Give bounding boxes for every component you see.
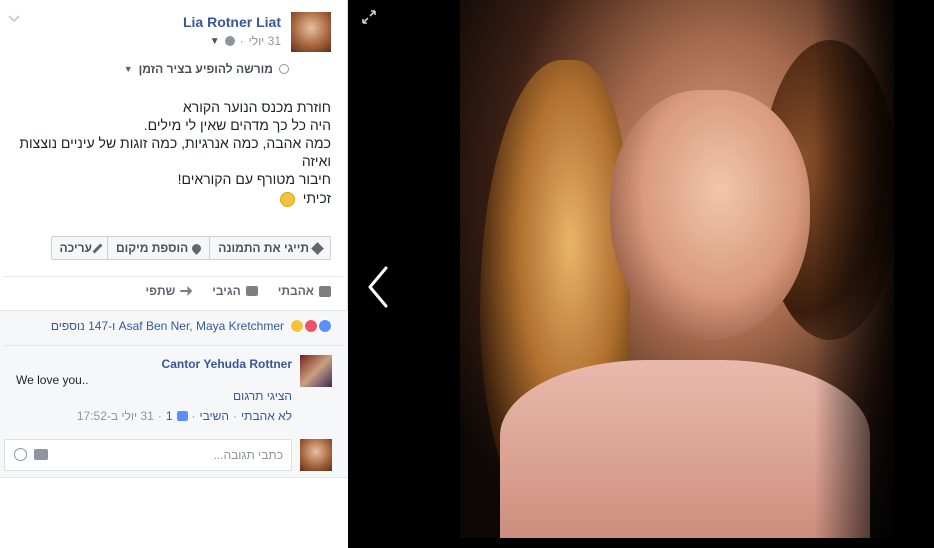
haha-reaction-icon (290, 319, 304, 333)
edit-label: עריכה (59, 241, 92, 255)
comment-button[interactable]: הגיבי (212, 284, 258, 298)
comment-item: Cantor Yehuda Rottner We love you.. הציג… (14, 355, 332, 425)
smiley-emoji-icon (279, 191, 295, 207)
comment-body: We love you.. (16, 373, 89, 387)
pencil-icon (92, 243, 103, 253)
comment-bubble-icon (245, 286, 258, 296)
privacy-globe-icon[interactable] (224, 36, 235, 46)
chevron-down-icon[interactable] (8, 12, 20, 26)
add-location-label: הוספת מיקום (115, 241, 189, 255)
post-meta: 31 יולי · ▼ (210, 34, 281, 48)
commenter-avatar[interactable] (300, 355, 332, 387)
reply-link[interactable]: השיבי (200, 409, 230, 423)
comments-area: Asaf Ben Ner, Maya Kretchmer ו-147 נוספי… (0, 310, 348, 478)
tag-photo-label: תייגי את התמונה (218, 241, 309, 255)
timeline-permission[interactable]: מורשה להופיע בציר הזמן ▼ (124, 62, 289, 76)
post-text-line: חוזרת מכנס הנוער הקורא (183, 99, 331, 115)
dot-separator: · (191, 409, 196, 423)
post-date[interactable]: 31 יולי (249, 34, 281, 48)
location-pin-icon (190, 241, 204, 255)
like-count[interactable]: 1 (166, 409, 173, 423)
like-reaction-icon (318, 319, 332, 333)
panel-blank (0, 478, 348, 548)
share-label: שתפי (145, 284, 176, 298)
reactions-text[interactable]: Asaf Ben Ner, Maya Kretchmer ו-147 נוספי… (51, 319, 284, 333)
photo-image (460, 0, 894, 538)
photo-viewer (348, 0, 934, 548)
user-avatar (300, 439, 332, 471)
share-button[interactable]: שתפי (146, 284, 193, 298)
dot-separator: · (233, 409, 238, 423)
post-text: חוזרת מכנס הנוער הקורא היה כל כך מדהים ש… (10, 98, 331, 188)
camera-icon[interactable] (34, 449, 48, 460)
author-name[interactable]: Lia Rotner Liat (183, 14, 281, 30)
photo-button-row: תייגי את התמונה הוספת מיקום עריכה (50, 236, 331, 260)
unlike-link[interactable]: לא אהבתי (241, 409, 292, 423)
reply-box (4, 439, 332, 471)
post-actions: אהבתי הגיבי שתפי (146, 284, 331, 298)
comment-label: הגיבי (212, 284, 241, 298)
love-reaction-icon (304, 319, 318, 333)
radio-circle-icon (279, 64, 289, 74)
author-avatar[interactable] (291, 12, 331, 52)
post-text-line: חיבור מטורף עם הקוראים! (177, 171, 331, 187)
divider (4, 276, 343, 277)
post-text-line: כמה אהבה, כמה אנרגיות, כמה זוגות של עיני… (19, 135, 331, 169)
edit-button[interactable]: עריכה (52, 237, 107, 259)
dot-separator: · (239, 34, 244, 48)
add-location-button[interactable]: הוספת מיקום (106, 237, 209, 259)
like-label: אהבתי (277, 284, 314, 298)
tag-icon (311, 241, 324, 255)
reaction-icons (290, 319, 332, 333)
post-signature: זכיתי (279, 190, 331, 207)
post-panel: Lia Rotner Liat 31 יולי · ▼ מורשה להופיע… (0, 0, 348, 548)
thumbs-up-icon (319, 285, 331, 297)
comment-actions: לא אהבתי · השיבי · 1 · 31 יולי ב-17:52 (77, 409, 292, 423)
expand-icon[interactable] (362, 10, 378, 26)
translate-link[interactable]: הציגי תרגום (233, 389, 292, 403)
share-arrow-icon (180, 286, 193, 296)
tag-photo-button[interactable]: תייגי את התמונה (209, 237, 330, 259)
like-count-icon[interactable] (176, 411, 188, 421)
post-text-line: היה כל כך מדהים שאין לי מילים. (143, 117, 331, 133)
commenter-name[interactable]: Cantor Yehuda Rottner (162, 357, 292, 371)
privacy-dropdown-icon[interactable]: ▼ (210, 36, 220, 47)
dropdown-arrow-icon: ▼ (123, 64, 133, 74)
emoji-icon[interactable] (14, 448, 27, 461)
timeline-label: מורשה להופיע בציר הזמן (138, 62, 273, 76)
signature-text: זכיתי (302, 190, 331, 206)
dot-separator: · (157, 409, 162, 423)
post-header: Lia Rotner Liat 31 יולי · ▼ (8, 12, 331, 56)
comment-time[interactable]: 31 יולי ב-17:52 (77, 409, 154, 423)
like-button[interactable]: אהבתי (278, 284, 331, 298)
reactions-summary[interactable]: Asaf Ben Ner, Maya Kretchmer ו-147 נוספי… (51, 319, 332, 333)
divider (4, 345, 344, 346)
previous-photo-icon[interactable] (364, 262, 394, 312)
